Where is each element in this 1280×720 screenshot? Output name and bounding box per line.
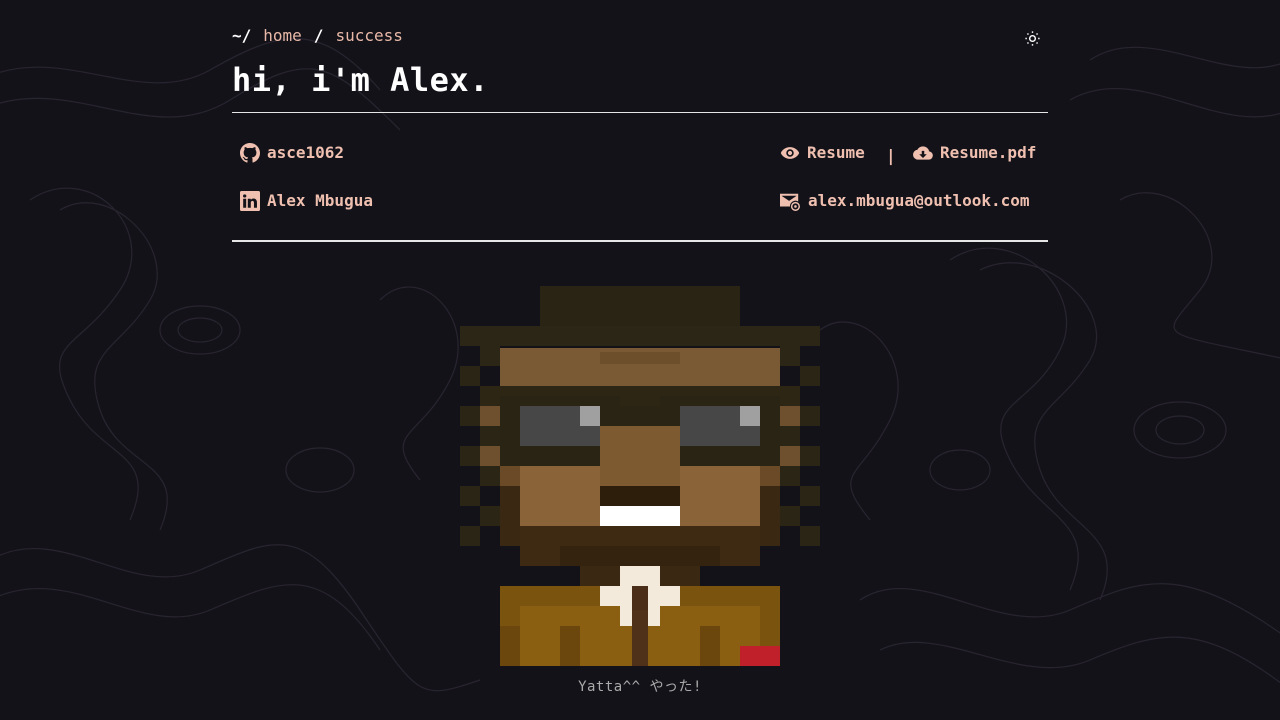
linkedin-icon [240, 191, 260, 211]
linkedin-link[interactable]: Alex Mbugua [240, 191, 373, 211]
breadcrumb: ~/ home / success [232, 26, 403, 46]
pixel-avatar [460, 286, 820, 666]
page-container: ~/ home / success hi, i'm Alex. asce1062… [232, 0, 1048, 720]
resume-pdf-link[interactable]: Resume.pdf [913, 143, 1036, 163]
resume-divider: | [886, 146, 896, 165]
links-divider [232, 240, 1048, 242]
github-icon [240, 143, 260, 163]
linkedin-label: Alex Mbugua [267, 191, 373, 210]
resume-view-label: Resume [807, 143, 865, 162]
github-label: asce1062 [267, 143, 345, 162]
header-divider [232, 112, 1048, 113]
resume-view-link[interactable]: Resume [780, 143, 865, 163]
email-label: alex.mbugua@outlook.com [808, 191, 1030, 210]
sun-icon [1024, 30, 1040, 46]
breadcrumb-separator: / [313, 26, 324, 45]
resume-pdf-label: Resume.pdf [940, 143, 1037, 162]
email-link[interactable]: alex.mbugua@outlook.com [779, 191, 1030, 211]
avatar-caption: Yatta^^ やった! [578, 679, 702, 695]
breadcrumb-root[interactable]: ~/ [232, 26, 251, 46]
cloud-download-icon [913, 146, 933, 160]
breadcrumb-success[interactable]: success [335, 26, 402, 46]
breadcrumb-home[interactable]: home [263, 26, 302, 46]
eye-icon [780, 147, 800, 159]
github-link[interactable]: asce1062 [240, 143, 344, 163]
theme-toggle-button[interactable] [1022, 28, 1042, 48]
page-title: hi, i'm Alex. [232, 61, 489, 99]
mail-icon [780, 193, 800, 211]
